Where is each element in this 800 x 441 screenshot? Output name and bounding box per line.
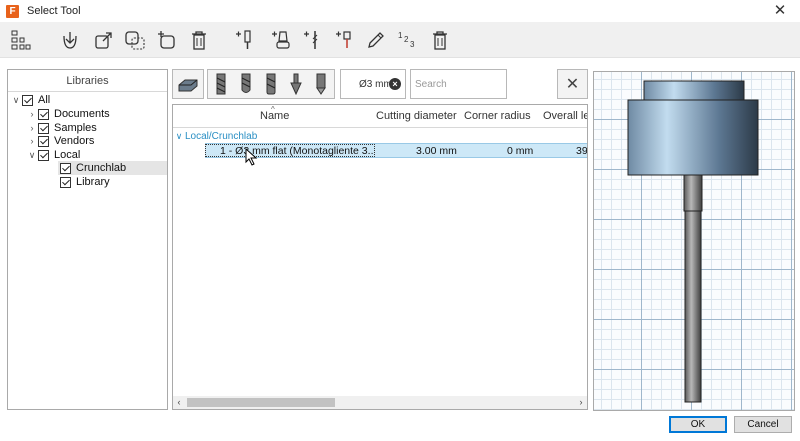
checkbox-samples[interactable] <box>38 122 49 134</box>
column-header-cutting-diameter[interactable]: Cutting diameter <box>376 110 457 122</box>
import-icon[interactable] <box>56 26 84 54</box>
tool-preview <box>593 71 795 411</box>
cutting-diameter-cell: 3.00 mm <box>416 145 457 157</box>
collapsed-chevron-icon[interactable]: › <box>26 108 38 120</box>
new-cutter-icon[interactable] <box>298 26 326 54</box>
tool-table: ^ Name Cutting diameter Corner radius Ov… <box>172 104 588 410</box>
scroll-left-icon[interactable]: ‹ <box>173 396 185 409</box>
tool-name-cell[interactable]: 1 - Ø3 mm flat (Monotagliente 3... <box>205 144 375 157</box>
table-header: ^ Name Cutting diameter Corner radius Ov… <box>173 105 587 128</box>
tree-item-library[interactable]: Library <box>58 175 167 189</box>
ball-end-mill-filter-icon[interactable] <box>234 72 258 96</box>
app-icon: F <box>6 4 19 18</box>
tree-label: Vendors <box>54 135 95 147</box>
overall-length-cell: 39. <box>576 145 588 157</box>
collapsed-chevron-icon[interactable]: › <box>26 135 38 147</box>
group-label: Local/Crunchlab <box>185 130 258 142</box>
checkbox-documents[interactable] <box>38 108 49 120</box>
scroll-right-icon[interactable]: › <box>575 396 587 409</box>
svg-text:1: 1 <box>398 31 403 40</box>
group-row[interactable]: ∨ Local/Crunchlab <box>173 129 258 143</box>
tree-label: Crunchlab <box>76 162 127 174</box>
libraries-panel: Libraries ∨ All › Documents › Samples › … <box>7 69 168 410</box>
checkbox-crunchlab[interactable] <box>60 162 71 174</box>
tool-preview-drawing <box>627 80 759 403</box>
holder-filter-button[interactable] <box>172 69 204 99</box>
expanded-chevron-icon[interactable]: ∨ <box>173 130 185 142</box>
tree-label: Documents <box>54 108 110 120</box>
svg-text:3: 3 <box>410 40 415 49</box>
scrollbar-thumb[interactable] <box>187 398 335 407</box>
tree-item-local[interactable]: ∨ Local <box>26 148 167 162</box>
title-bar: F Select Tool ✕ <box>0 0 800 22</box>
renumber-icon[interactable]: 123 <box>394 26 422 54</box>
new-holder-icon[interactable] <box>266 26 294 54</box>
ok-button[interactable]: OK <box>669 416 727 433</box>
corner-radius-cell: 0 mm <box>507 145 534 157</box>
tree-label: All <box>38 94 51 106</box>
svg-text:2: 2 <box>404 35 409 44</box>
window-title: Select Tool <box>27 5 81 17</box>
mouse-cursor-icon <box>245 148 258 166</box>
tree-item-samples[interactable]: › Samples <box>26 121 167 135</box>
export-icon[interactable] <box>89 26 117 54</box>
library-view-icon[interactable] <box>6 26 34 54</box>
delete-tool-icon[interactable] <box>426 26 454 54</box>
new-library-icon[interactable] <box>153 26 181 54</box>
clear-filters-button[interactable]: ✕ <box>557 69 588 99</box>
close-icon: ✕ <box>565 76 580 93</box>
libraries-header: Libraries <box>8 70 167 92</box>
tree-label: Library <box>76 176 110 188</box>
tree-label: Samples <box>54 122 97 134</box>
cancel-button[interactable]: Cancel <box>734 416 792 433</box>
diameter-filter-chip[interactable]: Ø3 mm × <box>340 69 406 99</box>
column-header-name[interactable]: Name <box>260 110 289 122</box>
checkbox-library[interactable] <box>60 176 71 188</box>
horizontal-scrollbar[interactable]: ‹ › <box>173 396 587 409</box>
checkbox-all[interactable] <box>22 94 33 106</box>
column-header-corner-radius[interactable]: Corner radius <box>464 110 531 122</box>
drill-filter-icon[interactable] <box>309 72 333 96</box>
search-input[interactable] <box>410 69 507 99</box>
flat-end-mill-filter-icon[interactable] <box>209 72 233 96</box>
delete-library-icon[interactable] <box>185 26 213 54</box>
bull-nose-filter-icon[interactable] <box>259 72 283 96</box>
tree-item-crunchlab[interactable]: Crunchlab <box>58 161 167 175</box>
new-tool-icon[interactable] <box>230 26 258 54</box>
tree-label: Local <box>54 149 81 161</box>
close-window-button[interactable]: ✕ <box>760 0 800 22</box>
chamfer-mill-filter-icon[interactable] <box>284 72 308 96</box>
checkbox-local[interactable] <box>38 149 49 161</box>
checkbox-vendors[interactable] <box>38 135 49 147</box>
tree-item-all[interactable]: ∨ All <box>10 93 167 107</box>
expanded-chevron-icon[interactable]: ∨ <box>26 149 38 161</box>
duplicate-library-icon[interactable] <box>121 26 149 54</box>
new-probe-icon[interactable] <box>330 26 358 54</box>
holder-filter-icon <box>178 79 198 92</box>
table-row[interactable]: 1 - Ø3 mm flat (Monotagliente 3... 3.00 … <box>205 143 588 158</box>
tool-name: 1 - Ø3 mm flat (Monotagliente 3... <box>220 144 375 157</box>
edit-tool-icon[interactable] <box>362 26 390 54</box>
tree-item-vendors[interactable]: › Vendors <box>26 134 167 148</box>
clear-diameter-filter-icon[interactable]: × <box>389 78 401 90</box>
column-header-overall-length[interactable]: Overall len <box>543 110 587 122</box>
tree-item-documents[interactable]: › Documents <box>26 107 167 121</box>
diameter-filter-value: Ø3 mm <box>359 78 392 90</box>
collapsed-chevron-icon[interactable]: › <box>26 122 38 134</box>
expanded-chevron-icon[interactable]: ∨ <box>10 94 22 106</box>
tool-type-filter <box>207 69 335 99</box>
toolbar: 123 <box>0 22 800 58</box>
